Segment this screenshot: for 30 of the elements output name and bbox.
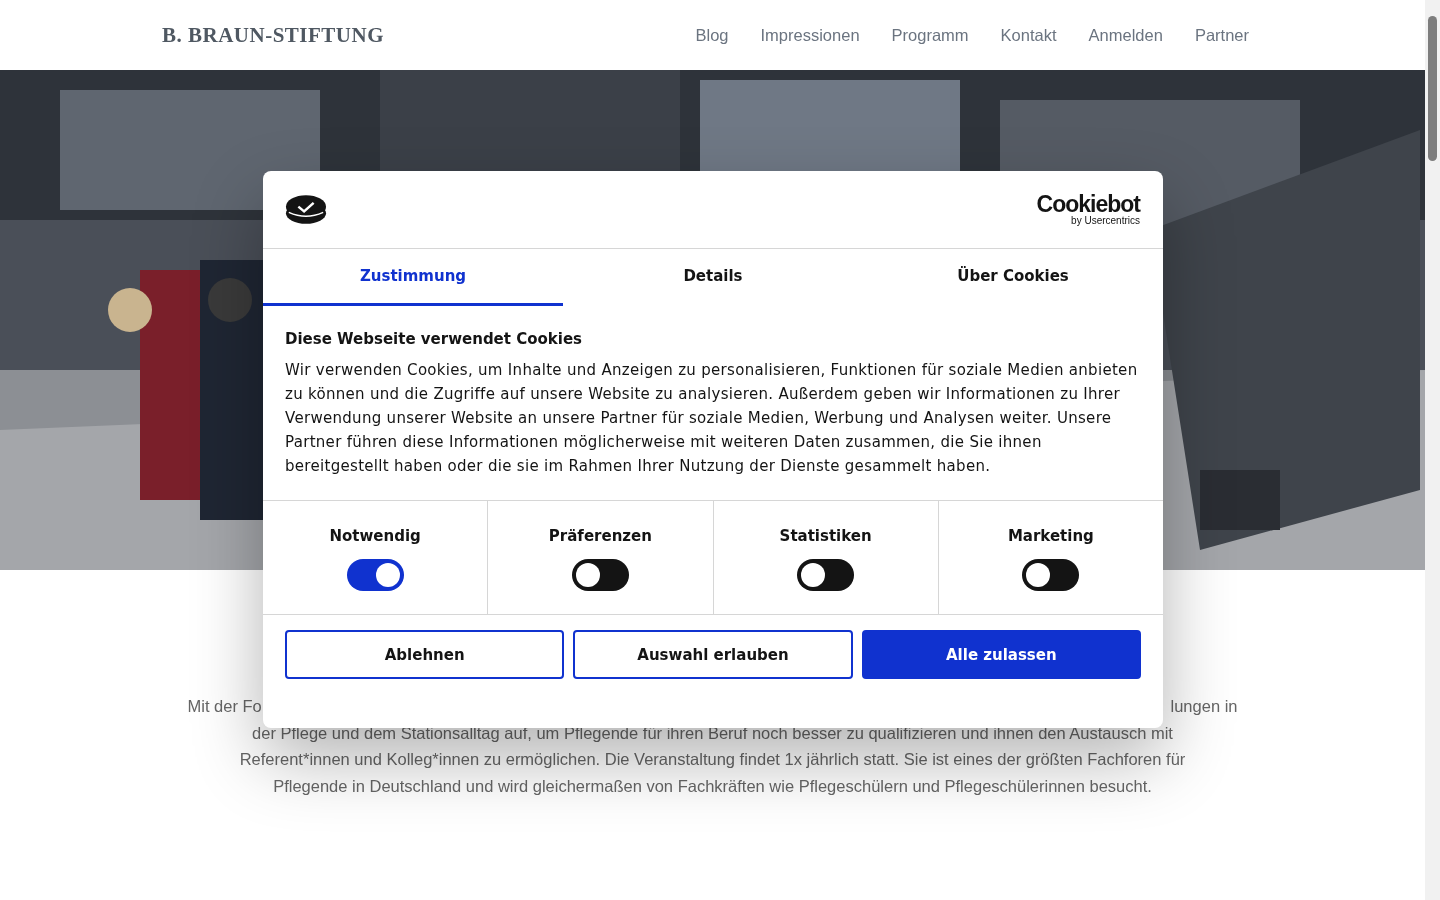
nav-link[interactable]: Partner [1194,25,1249,45]
category-label: Notwendig [329,527,421,545]
nav-link[interactable]: Anmelden [1088,25,1163,45]
brand-logo[interactable]: Cookiebot [1036,193,1140,216]
nav-link[interactable]: Programm [891,25,969,45]
dialog-tab[interactable]: Zustimmung [263,249,563,306]
nav-link[interactable]: Impressionen [760,25,860,45]
dialog-button[interactable]: Auswahl erlauben [573,630,853,679]
scrollbar[interactable] [1425,0,1440,900]
cookie-check-icon [285,194,327,225]
brand-tagline: by Usercentrics [1071,216,1140,226]
dialog-heading: Diese Webseite verwendet Cookies [285,330,584,348]
nav-link[interactable]: Kontakt [1000,25,1057,45]
category-label: Marketing [1007,527,1094,545]
intro-text: Referent*innen und Kolleg*innen zu ermöglichen. Die Veranstaltung findet 1x jährlich statt. Sie ist eines der größten Fachforen für [239,749,1186,770]
category-label: Präferenzen [548,527,652,545]
toggle-switch[interactable] [346,559,404,591]
nav-link[interactable]: Blog [695,25,729,45]
dialog-tab[interactable]: Über Cookies [863,249,1163,306]
dialog-button[interactable]: Ablehnen [285,630,565,679]
toggle-switch[interactable] [797,559,855,591]
dialog-text: Wir verwenden Cookies, um Inhalte und Anzeigen zu personalisieren, Funktionen für soziale Medien anbieten zu können und die Zugriffe auf unsere Website zu analysieren. Außerdem geben wir Informationen zu Ihrer Verwendung unserer Website an unsere Partner für soziale Medien, Werbung und Analysen weiter. Unsere Partner führen diese Informationen möglicherweise mit weiteren Daten zusammen, die Sie ihnen bereitgestellt haben oder die sie im Rahmen Ihrer Nutzung der Dienste gesammelt haben. [285,360,1139,477]
intro-text: Mit der Fo [187,696,262,717]
toggle-switch[interactable] [571,559,629,591]
toggle-switch[interactable] [1022,559,1080,591]
intro-text: Pflegende in Deutschland und wird gleichermaßen von Fachkräften wie Pflegeschülern und Pflegeschülerinnen besucht. [273,775,1152,797]
category-label: Statistiken [779,527,872,545]
intro-text: lungen in [1170,696,1238,717]
accept-all-button[interactable]: Alle zulassen [861,630,1141,679]
site-logo[interactable]: B. BRAUN-STIFTUNG [162,22,385,48]
